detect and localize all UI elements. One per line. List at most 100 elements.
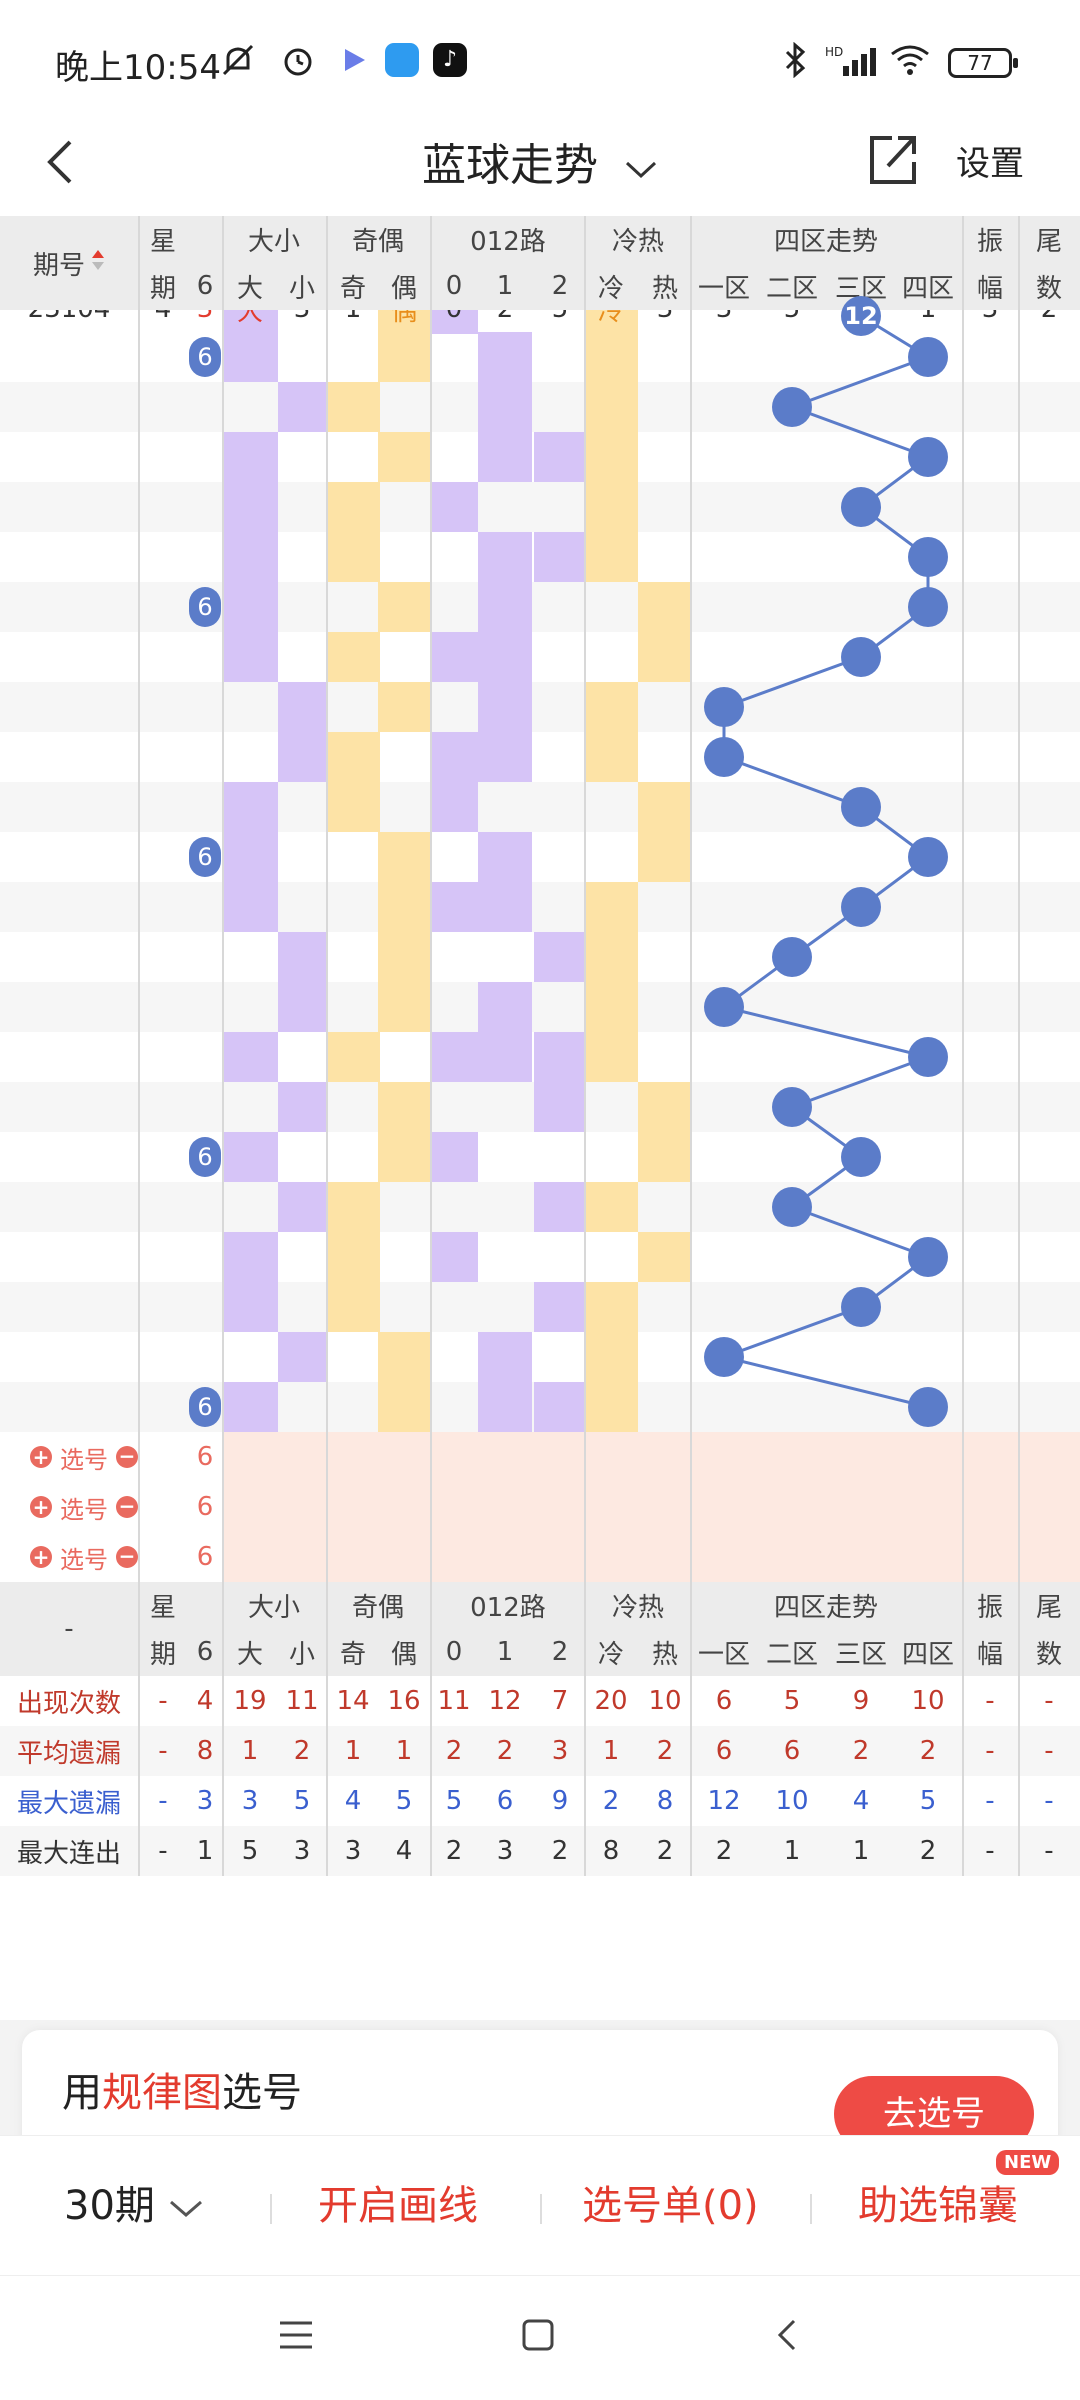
cell-amp	[962, 1082, 1018, 1132]
app-root: { "status_bar": { "time": "晚上10:54", "ba…	[0, 0, 1080, 2400]
table-row[interactable]: 6	[0, 582, 1080, 632]
table-row[interactable]	[0, 1282, 1080, 1332]
zone-ball	[908, 537, 948, 577]
table-row[interactable]	[0, 482, 1080, 532]
cell-tail	[1018, 1032, 1080, 1082]
table-row[interactable]	[0, 1332, 1080, 1382]
minus-icon[interactable]: −	[116, 1496, 138, 1518]
cell-hot	[638, 932, 692, 982]
draw-line-button[interactable]: 开启画线	[318, 2176, 478, 2236]
table-row[interactable]	[0, 732, 1080, 782]
partial-cell: 5	[534, 310, 586, 334]
cell-even	[378, 832, 430, 882]
star-ball: 6	[189, 837, 221, 877]
header-group-7: 振	[962, 216, 1018, 262]
stats-cell: 14	[336, 1686, 370, 1716]
zone-ball	[772, 1187, 812, 1227]
stats-cell: 2	[852, 1736, 870, 1766]
table-row[interactable]: 6	[0, 1382, 1080, 1432]
table-row[interactable]	[0, 382, 1080, 432]
subheader-17: 数	[1018, 1628, 1080, 1676]
partial-cell: 3	[690, 310, 758, 334]
stats-cell: 4	[852, 1786, 870, 1816]
select-row[interactable]: + 选号 −	[30, 1432, 180, 1482]
share-icon[interactable]	[866, 132, 920, 192]
header-period[interactable]: 期号	[0, 216, 138, 310]
plus-icon[interactable]: +	[30, 1546, 52, 1568]
cell-z3	[828, 432, 894, 482]
cell-c6	[188, 432, 222, 482]
cell-week	[138, 732, 188, 782]
cell-hot	[638, 1282, 692, 1332]
table-row[interactable]	[0, 532, 1080, 582]
stats-cell: 8	[196, 1736, 214, 1766]
select-row[interactable]: + 选号 −	[30, 1482, 180, 1532]
header-group-6: 四区走势	[690, 216, 962, 262]
table-row[interactable]	[0, 1032, 1080, 1082]
minus-icon[interactable]: −	[116, 1546, 138, 1568]
plus-icon[interactable]: +	[30, 1446, 52, 1468]
cell-cold	[584, 882, 638, 932]
cell-small	[278, 1032, 326, 1082]
subheader-9: 2	[534, 262, 586, 310]
stats-cell: 4	[395, 1836, 413, 1866]
table-row[interactable]: 6	[0, 832, 1080, 882]
menu-icon[interactable]	[278, 2314, 314, 2364]
header-period[interactable]: -	[0, 1582, 138, 1676]
table-row[interactable]	[0, 932, 1080, 982]
subheader-9: 2	[534, 1628, 586, 1676]
plus-icon[interactable]: +	[30, 1496, 52, 1518]
table-row[interactable]	[0, 632, 1080, 682]
stats-cell: 12	[488, 1686, 522, 1716]
table-row[interactable]: 6	[0, 332, 1080, 382]
back-nav-icon[interactable]	[772, 2314, 802, 2364]
stats-cell: -	[985, 1836, 995, 1866]
cell-hot	[638, 1382, 692, 1432]
cell-big	[222, 882, 278, 932]
select-c6: 6	[196, 1542, 214, 1572]
cell-cold	[584, 1232, 638, 1282]
settings-button[interactable]: 设置	[956, 134, 1024, 194]
select-row[interactable]: + 选号 −	[30, 1532, 180, 1582]
table-row[interactable]	[0, 432, 1080, 482]
cell-c6	[188, 1232, 222, 1282]
stats-cell: 20	[594, 1686, 628, 1716]
cell-z1	[690, 332, 758, 382]
cell-r1	[478, 582, 532, 632]
table-row[interactable]	[0, 682, 1080, 732]
cell-z1	[690, 932, 758, 982]
cell-z4	[894, 482, 962, 532]
selection-list-button[interactable]: 选号单(0)	[582, 2176, 759, 2236]
cell-odd	[326, 382, 380, 432]
partial-cell: 冷	[584, 310, 638, 334]
minus-icon[interactable]: −	[116, 1446, 138, 1468]
cell-r1	[478, 1182, 532, 1232]
zone-ball	[908, 337, 948, 377]
cell-r1	[478, 1082, 532, 1132]
home-icon[interactable]	[520, 2314, 556, 2364]
table-row[interactable]	[0, 882, 1080, 932]
cell-small	[278, 1182, 326, 1232]
cell-week	[138, 382, 188, 432]
table-row[interactable]	[0, 1082, 1080, 1132]
subheader-10: 冷	[584, 1628, 638, 1676]
helper-button[interactable]: 助选锦囊	[858, 2176, 1018, 2236]
table-row[interactable]	[0, 782, 1080, 832]
cell-cold	[584, 832, 638, 882]
cell-z4	[894, 1132, 962, 1182]
cell-z4	[894, 732, 962, 782]
table-row[interactable]	[0, 1182, 1080, 1232]
cell-small	[278, 832, 326, 882]
table-row[interactable]	[0, 1232, 1080, 1282]
cell-amp	[962, 1332, 1018, 1382]
table-row[interactable]	[0, 982, 1080, 1032]
table-row[interactable]: 6	[0, 1132, 1080, 1182]
cell-r1	[478, 982, 532, 1032]
cell-odd	[326, 932, 380, 982]
cell-cold	[584, 332, 638, 382]
cell-z2	[758, 932, 826, 982]
cell-odd	[326, 732, 380, 782]
period-selector[interactable]: 30期	[64, 2176, 204, 2236]
cell-cold	[584, 682, 638, 732]
column-divider	[584, 216, 586, 1876]
